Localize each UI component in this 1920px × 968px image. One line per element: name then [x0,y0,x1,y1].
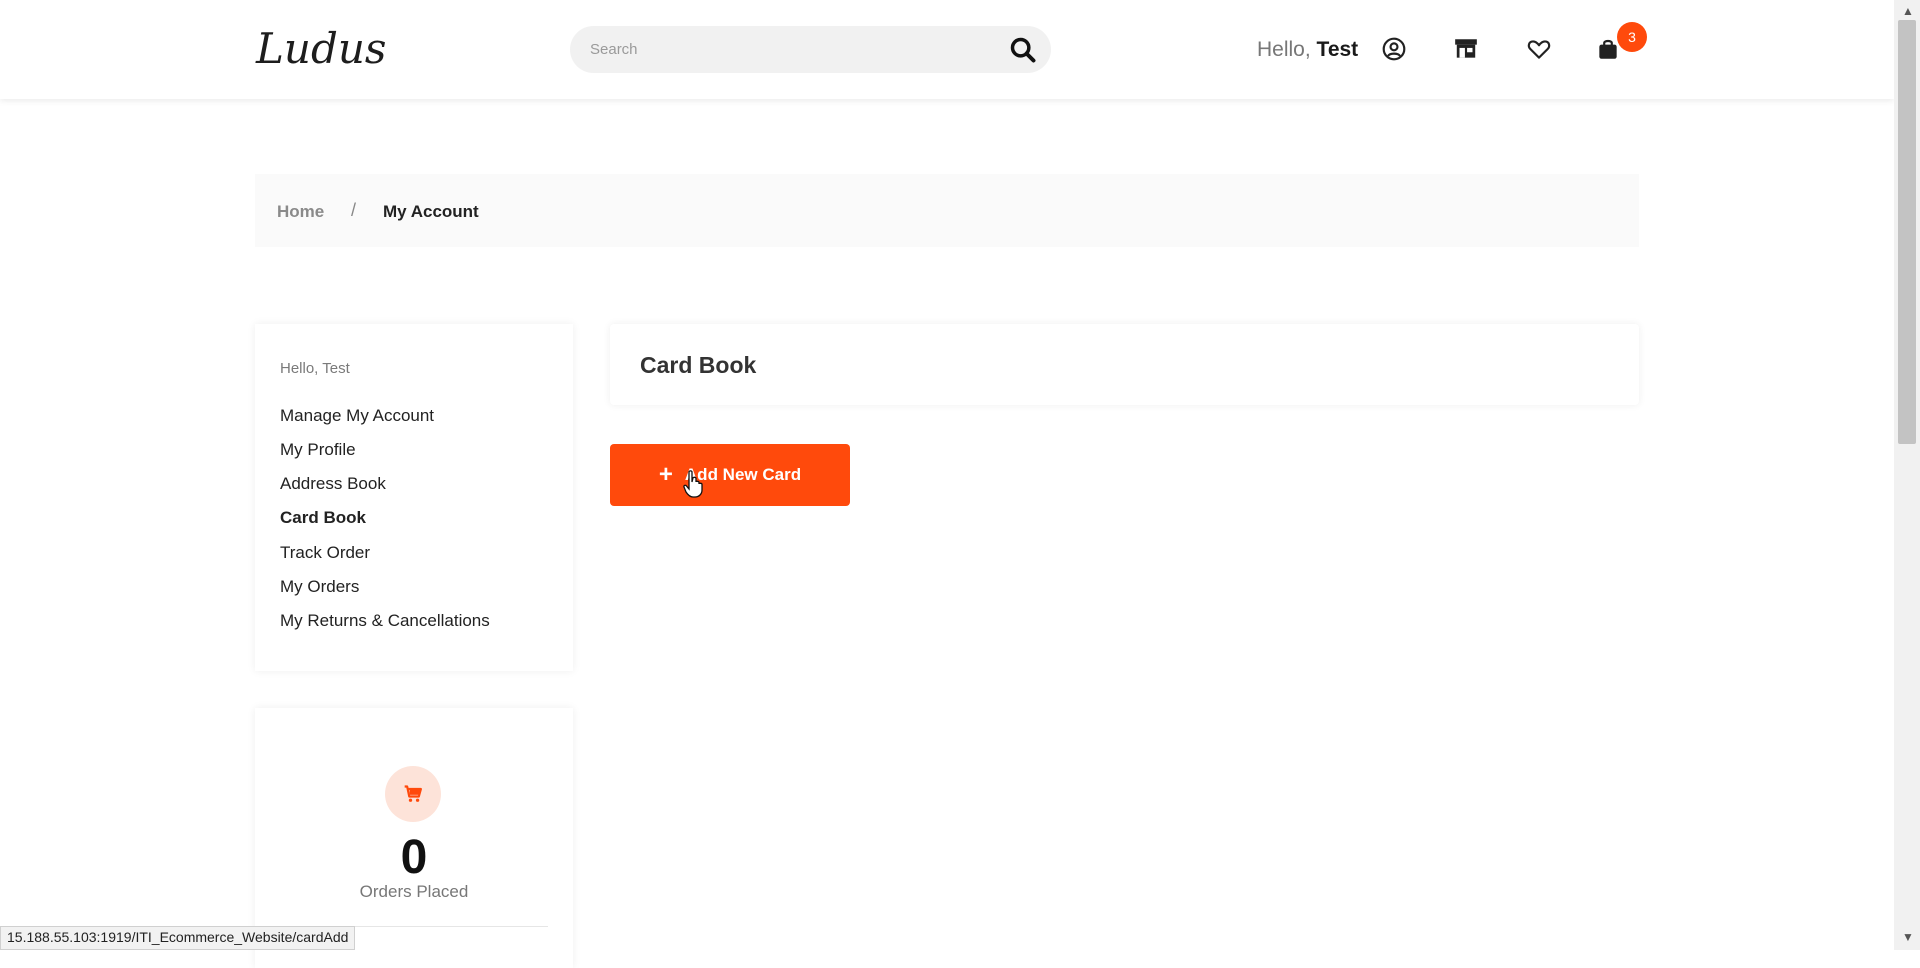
orders-placed-count: 0 [400,831,428,884]
sidebar-item-my-orders[interactable]: My Orders [280,577,359,597]
account-icon[interactable] [1381,36,1407,62]
site-header: Ludus Hello, Test 3 [0,0,1894,99]
link-status-bar: 15.188.55.103:1919/ITI_Ecommerce_Website… [0,926,356,950]
breadcrumb: Home / My Account [255,174,1639,247]
search-input[interactable] [590,26,990,73]
breadcrumb-current: My Account [383,202,479,221]
breadcrumb-separator: / [351,200,357,220]
sidebar-item-track-order[interactable]: Track Order [280,543,370,563]
greeting-name: Test [1316,38,1359,61]
cart-icon [385,766,441,822]
plus-icon: + [658,461,673,488]
sidebar-item-address-book[interactable]: Address Book [280,474,386,494]
search-bar [570,26,1051,73]
sidebar-item-manage-account[interactable]: Manage My Account [280,406,434,426]
sidebar-item-card-book[interactable]: Card Book [280,508,366,528]
scroll-down-arrow-icon[interactable]: ▼ [1902,930,1914,944]
site-logo[interactable]: Ludus [256,24,386,73]
breadcrumb-home-link[interactable]: Home [277,202,324,222]
add-new-card-button[interactable]: + Add New Card [610,444,850,506]
page-title: Card Book [640,352,757,378]
hand-pointer-cursor-icon [683,470,703,498]
orders-placed-label: Orders Placed [359,882,469,901]
greeting-prefix: Hello, [1257,38,1311,61]
user-greeting: Hello, Test [1257,38,1358,62]
vertical-scrollbar[interactable]: ▲ ▼ [1894,0,1920,950]
account-sidebar: Hello, Test Manage My Account My Profile… [255,324,573,671]
scrollbar-thumb[interactable] [1898,20,1916,444]
sidebar-item-returns-cancellations[interactable]: My Returns & Cancellations [280,611,490,631]
wishlist-heart-icon[interactable] [1526,36,1552,62]
store-icon[interactable] [1453,36,1479,62]
sidebar-greeting: Hello, Test [280,360,350,377]
search-icon[interactable] [1009,36,1037,64]
card-book-header: Card Book [610,324,1639,405]
sidebar-item-my-profile[interactable]: My Profile [280,440,356,460]
cart-count-badge: 3 [1617,22,1647,52]
scroll-up-arrow-icon[interactable]: ▲ [1902,4,1914,18]
